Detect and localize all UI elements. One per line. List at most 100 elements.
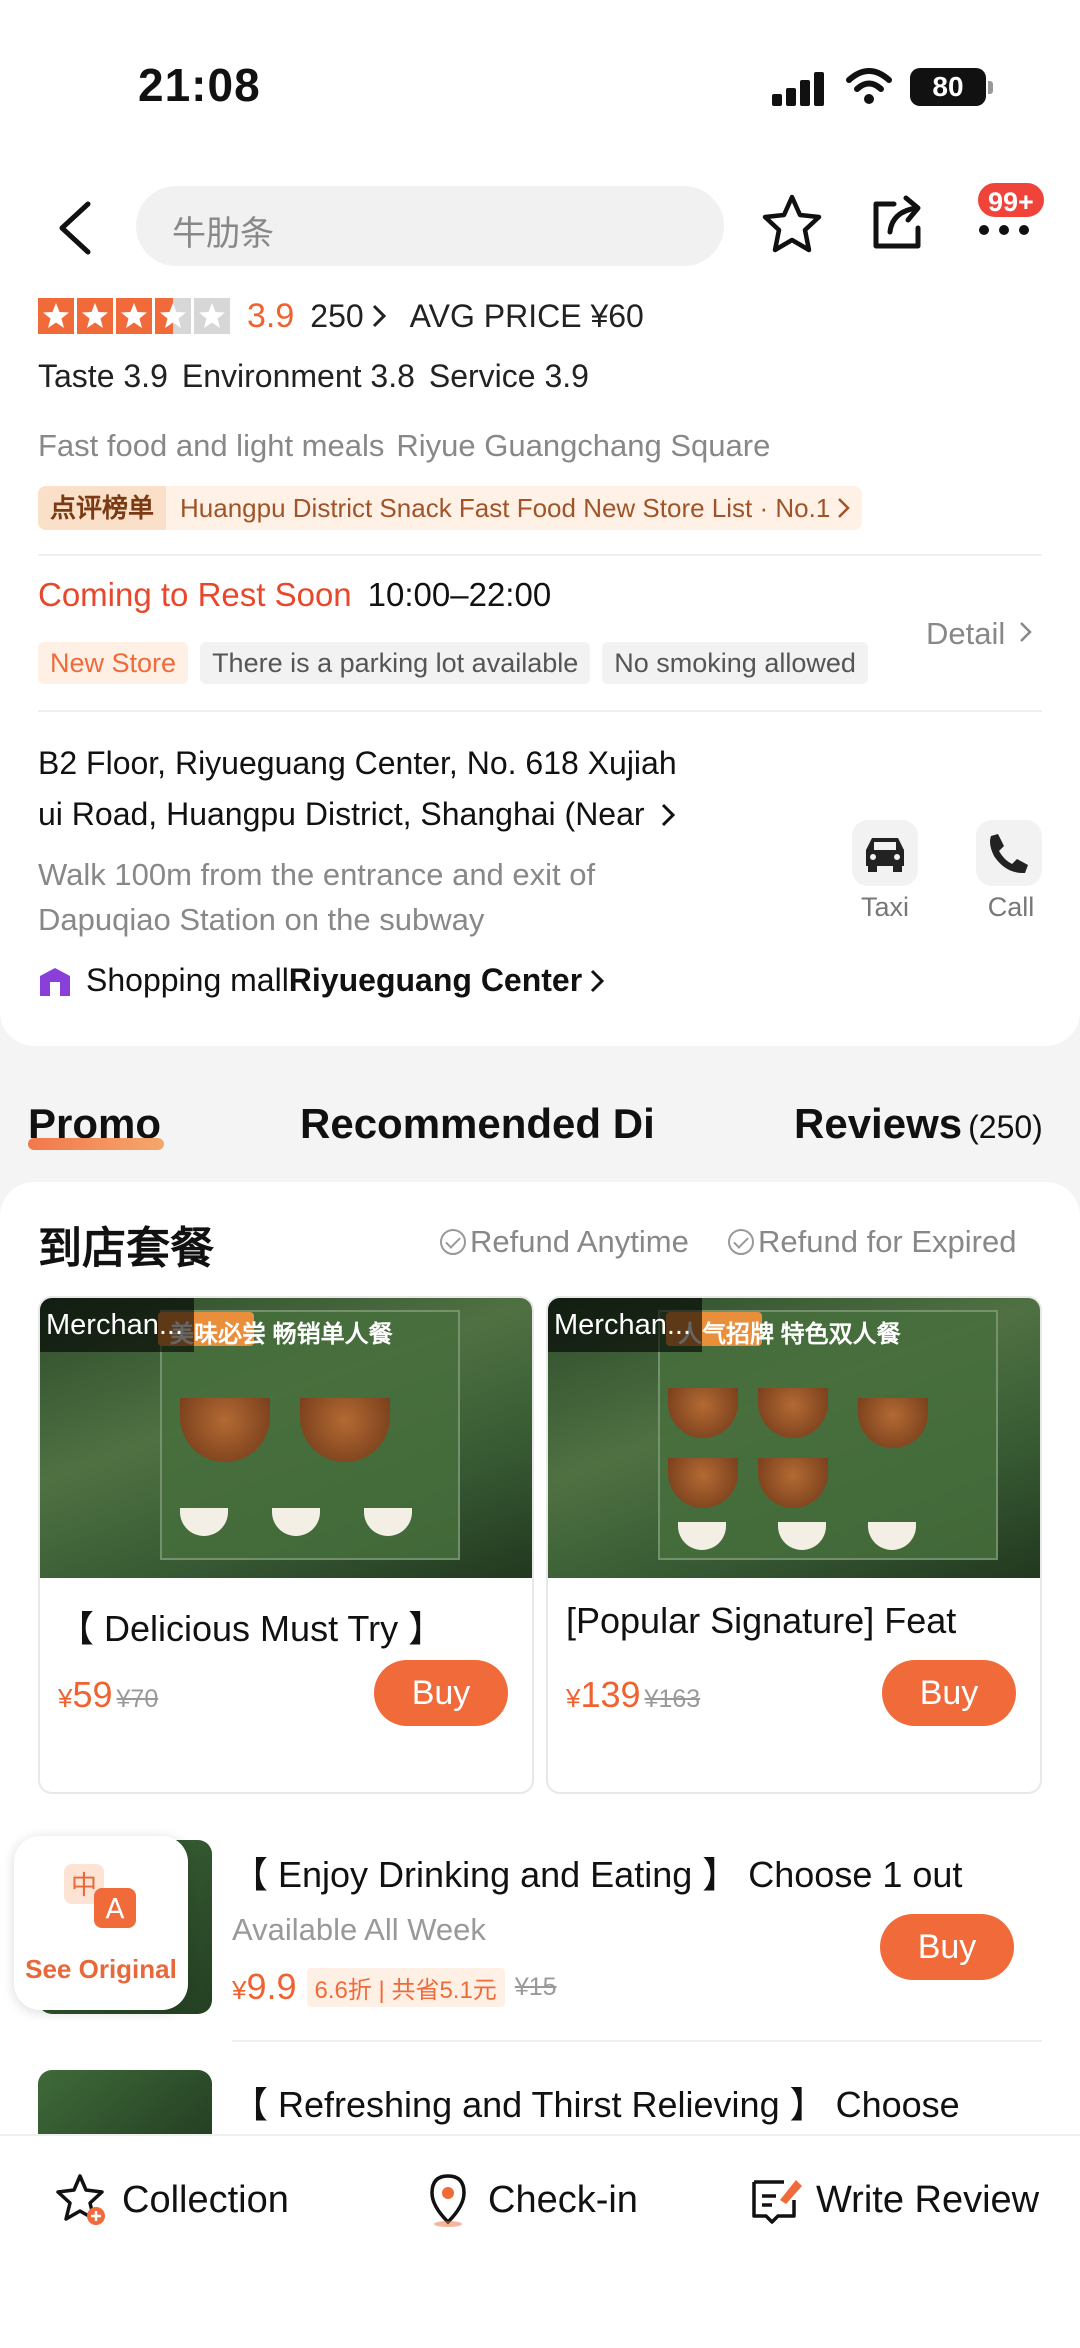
- rating-score: 3.9: [247, 296, 295, 335]
- walk-directions: Walk 100m from the entrance and exit of …: [38, 857, 596, 937]
- categories: Fast food and light meals Riyue Guangcha…: [38, 428, 770, 464]
- tag-no-smoking: No smoking allowed: [602, 642, 868, 684]
- deal-image-headline: 人气招牌 特色双人餐: [678, 1321, 901, 1348]
- see-original-button[interactable]: 中 A See Original: [14, 1836, 188, 2010]
- mall-link[interactable]: Shopping mall Riyueguang Center: [38, 962, 606, 999]
- ranking-text: Huangpu District Snack Fast Food New Sto…: [180, 492, 831, 523]
- buy-button[interactable]: Buy: [880, 1914, 1014, 1980]
- write-review-button[interactable]: Write Review: [748, 2172, 1039, 2228]
- favorite-star-icon[interactable]: [760, 192, 824, 256]
- chevron-right-icon: [838, 498, 851, 518]
- checkin-label: Check-in: [488, 2178, 638, 2221]
- signal-icon: [772, 72, 828, 106]
- tab-reviews-label: Reviews: [794, 1100, 963, 1147]
- price-original: ¥163: [644, 1685, 701, 1713]
- tab-reviews-count: (250): [968, 1109, 1043, 1145]
- tab-recommended[interactable]: Recommended Di: [300, 1100, 662, 1148]
- collection-button[interactable]: Collection: [54, 2172, 289, 2228]
- list-item[interactable]: 【 Refreshing and Thirst Relieving 】 Choo…: [0, 2070, 1080, 2140]
- rating-row[interactable]: 3.9 250 AVG PRICE ¥60: [38, 294, 644, 338]
- deal-title: 【 Delicious Must Try 】: [58, 1608, 445, 1649]
- sub-scores: Taste 3.9 Environment 3.8 Service 3.9: [38, 358, 589, 395]
- discount-tag: 6.6折 | 共省5.1元: [306, 1967, 505, 2007]
- price-original: ¥70: [116, 1685, 159, 1713]
- detail-label: Detail: [926, 616, 1006, 651]
- merchant-tag: Merchan...: [40, 1298, 194, 1352]
- translate-icon: 中 A: [64, 1864, 136, 1928]
- shop-info-card: 3.9 250 AVG PRICE ¥60 Taste 3.9 Environm…: [0, 280, 1080, 1046]
- price-original: ¥15: [514, 1972, 557, 2001]
- review-edit-icon: [752, 2180, 802, 2224]
- svg-text:中: 中: [71, 1871, 97, 1901]
- car-icon: [866, 838, 904, 872]
- business-hours: 10:00–22:00: [367, 576, 552, 613]
- business-status: Coming to Rest Soon: [38, 576, 352, 613]
- environment-score: Environment 3.8: [181, 358, 415, 394]
- review-count: 250: [310, 297, 364, 334]
- deal-image: 美味必尝 畅销单人餐 Merchan...: [40, 1298, 532, 1578]
- chevron-right-icon: [1020, 622, 1032, 642]
- ranking-badge: 点评榜单: [38, 486, 167, 530]
- search-placeholder: 牛肋条: [172, 215, 274, 253]
- tag-new-store: New Store: [38, 642, 189, 684]
- detail-link[interactable]: Detail: [926, 616, 1034, 652]
- item-title: 【 Refreshing and Thirst Relieving 】 Choo…: [232, 2084, 960, 2125]
- tag-parking: There is a parking lot available: [200, 642, 591, 684]
- ranking-link[interactable]: 点评榜单 Huangpu District Snack Fast Food Ne…: [38, 486, 863, 530]
- section-tabs: Promo Recommended Di Reviews (250): [0, 1046, 1080, 1180]
- taxi-label: Taxi: [860, 892, 909, 922]
- chevron-right-icon: [661, 803, 675, 826]
- facility-tags: New Store There is a parking lot availab…: [38, 642, 868, 684]
- mall-name: Riyueguang Center: [288, 962, 583, 998]
- deal-image: 人气招牌 特色双人餐 Merchan...: [548, 1298, 1040, 1578]
- back-icon[interactable]: [52, 198, 98, 258]
- item-subtitle: Available All Week: [232, 1912, 486, 1947]
- buy-button[interactable]: Buy: [882, 1660, 1016, 1726]
- share-icon[interactable]: [868, 192, 928, 252]
- chevron-right-icon: [591, 969, 605, 992]
- star-plus-icon: [56, 2174, 105, 2225]
- price-current: ¥9.9: [232, 1966, 297, 2007]
- deal-title: [Popular Signature] Feat: [566, 1600, 957, 1641]
- deal-card[interactable]: 美味必尝 畅销单人餐 Merchan... 【 Delicious Must T…: [38, 1296, 534, 1794]
- search-input[interactable]: 牛肋条: [136, 186, 724, 266]
- promo-title: 到店套餐: [38, 1224, 214, 1273]
- refund-anytime: Refund Anytime: [440, 1224, 689, 1260]
- status-bar: 21:08 80: [0, 0, 1080, 170]
- price-current: ¥59: [58, 1674, 113, 1715]
- tab-reviews[interactable]: Reviews (250): [794, 1100, 1043, 1148]
- divider: [38, 710, 1042, 712]
- item-title: 【 Enjoy Drinking and Eating 】 Choose 1 o…: [232, 1854, 963, 1895]
- refund-expired-label: Refund for Expired: [758, 1224, 1017, 1259]
- collection-label: Collection: [122, 2178, 289, 2221]
- area: Riyue Guangchang Square: [396, 428, 771, 463]
- star-icon: [116, 298, 152, 334]
- empty-star-icon: [194, 298, 230, 334]
- check-circle-icon: [440, 1229, 466, 1255]
- deal-price: ¥139 ¥163: [566, 1674, 700, 1716]
- divider: [38, 554, 1042, 556]
- price-current: ¥139: [566, 1674, 641, 1715]
- buy-button[interactable]: Buy: [374, 1660, 508, 1726]
- deal-image-headline: 美味必尝 畅销单人餐: [170, 1321, 393, 1348]
- mall-icon: [40, 967, 70, 996]
- top-nav: 牛肋条 99+: [0, 170, 1080, 280]
- bottom-action-bar: Collection Check-in Write Review: [0, 2134, 1080, 2348]
- phone-icon: [990, 834, 1028, 874]
- call-button[interactable]: [976, 820, 1042, 886]
- address-line-2: ui Road, Huangpu District, Shanghai (Nea…: [38, 789, 738, 840]
- price-value: 139: [580, 1674, 641, 1715]
- checkin-button[interactable]: Check-in: [420, 2172, 638, 2228]
- check-circle-icon: [728, 1229, 754, 1255]
- mall-prefix: Shopping mall: [86, 962, 289, 998]
- chevron-right-icon: [372, 304, 386, 328]
- svg-text:A: A: [105, 1892, 124, 1925]
- active-tab-indicator: [28, 1138, 164, 1150]
- hours-row: Coming to Rest Soon 10:00–22:00: [38, 576, 551, 614]
- clock: 21:08: [138, 59, 261, 111]
- address-link[interactable]: B2 Floor, Riyueguang Center, No. 618 Xuj…: [38, 738, 738, 840]
- category: Fast food and light meals: [38, 428, 385, 463]
- service-score: Service 3.9: [428, 358, 589, 394]
- taxi-button[interactable]: [852, 820, 918, 886]
- deal-card[interactable]: 人气招牌 特色双人餐 Merchan... [Popular Signature…: [546, 1296, 1042, 1794]
